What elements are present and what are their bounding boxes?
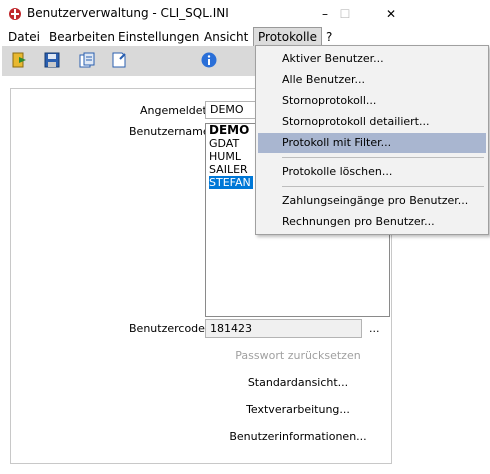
logged-in-label: Angemeldet: [140,104,211,117]
app-icon [9,8,21,20]
menu-item-alle-benutzer[interactable]: Alle Benutzer... [258,70,486,90]
maximize-icon: ☐ [339,7,351,21]
menu-separator [282,186,484,187]
exit-icon[interactable] [10,51,28,69]
close-icon: ✕ [385,7,397,21]
menu-item-protokoll-mit-filter[interactable]: Protokoll mit Filter... [258,133,486,153]
window-title: Benutzerverwaltung - CLI_SQL.INI [27,6,229,20]
new-icon[interactable] [110,51,128,69]
menu-separator [282,157,484,158]
info-icon[interactable] [200,51,218,69]
menu-datei[interactable]: Datei [4,28,44,46]
usercode-browse-button[interactable]: ... [369,322,380,335]
protokolle-dropdown: Aktiver Benutzer... Alle Benutzer... Sto… [255,45,489,235]
username-label: Benutzername: [129,125,214,138]
reset-password-button[interactable]: Passwort zurücksetzen [198,349,398,362]
close-button[interactable]: ✕ [368,0,414,28]
user-info-button[interactable]: Benutzerinformationen... [198,430,398,443]
menu-bearbeiten[interactable]: Bearbeiten [45,28,119,46]
maximize-button[interactable]: ☐ [322,0,368,28]
menu-protokolle[interactable]: Protokolle [253,27,322,47]
list-item-selected[interactable]: STEFAN [208,175,254,190]
menu-item-stornoprotokoll-detailiert[interactable]: Stornoprotokoll detailiert... [258,112,486,132]
menu-item-rechnungen[interactable]: Rechnungen pro Benutzer... [258,212,486,232]
copy-icon[interactable] [78,51,96,69]
save-icon[interactable] [43,51,61,69]
usercode-field: 181423 [205,319,362,338]
menu-ansicht[interactable]: Ansicht [200,28,252,46]
usercode-label: Benutzercode: [129,322,209,335]
menu-item-protokolle-loeschen[interactable]: Protokolle löschen... [258,162,486,182]
text-processing-button[interactable]: Textverarbeitung... [198,403,398,416]
menu-help[interactable]: ? [322,28,336,46]
standard-view-button[interactable]: Standardansicht... [198,376,398,389]
menu-einstellungen[interactable]: Einstellungen [114,28,203,46]
menu-item-stornoprotokoll[interactable]: Stornoprotokoll... [258,91,486,111]
menu-item-zahlungseingaenge[interactable]: Zahlungseingänge pro Benutzer... [258,191,486,211]
menu-item-aktiver-benutzer[interactable]: Aktiver Benutzer... [258,49,486,69]
